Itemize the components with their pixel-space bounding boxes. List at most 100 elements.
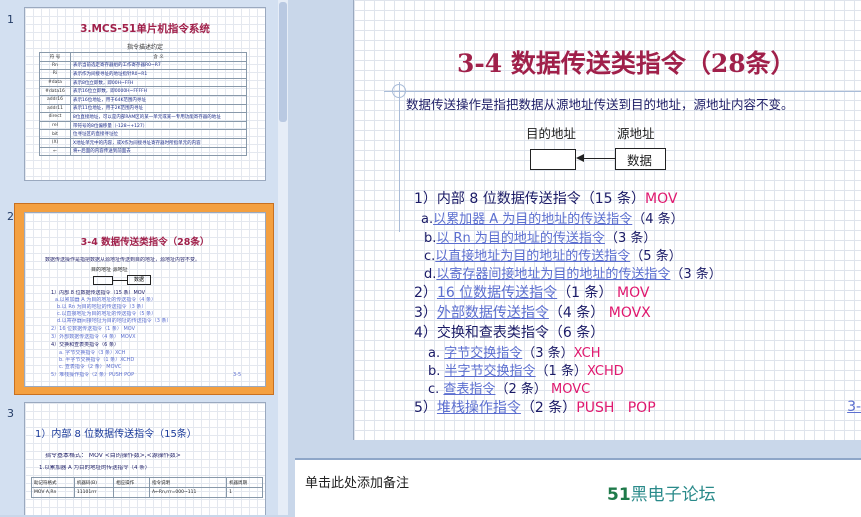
list-item[interactable]: 4）交换和查表类指令（6 条） [414,322,604,342]
slide-description[interactable]: 数据传送操作是指把数据从源地址传送到目的地址，源地址内容不变。 [406,94,794,113]
table-header-cell: 符 号 [39,52,71,62]
thumb-text: a.以累加器 A 为目的地址的传送指令（4 条） [55,297,157,303]
thumbnail-canvas: 3.MCS-51单片机指令系统 指令描述约定 符 号 含 义 Rn 表示当前选定寄… [24,7,266,181]
thumb-convention-table: 符 号 含 义 Rn 表示当前选定寄存器组的工作寄存器R0~R7 Ri 表示作为间接… [39,52,247,157]
table-cell: X地址单元中的内容，或X作为间接寻址寄存器时所指单元的内容 [70,137,247,148]
item-link[interactable]: 以寄存器间接地址为目的地址的传送指令 [436,267,670,282]
list-item[interactable]: b. 半字节交换指令（1 条）XCHD [428,360,624,379]
item-text: 交换和查表类指令（6 条） [436,325,605,341]
table-cell: 表示16位立即数，即0000H~FFFFH [70,86,247,96]
thumbnail-slide-1[interactable]: 3.MCS-51单片机指令系统 指令描述约定 符 号 含 义 Rn 表示当前选定寄… [15,0,273,184]
item-text: （1 条） [535,364,587,379]
item-text: （2 条） [495,382,547,397]
thumbnail-scrollbar[interactable] [278,0,288,515]
item-text: 内部 8 位数据传送指令（15 条） [436,191,645,207]
thumb-text: a. 字节交换指令（3 条）XCH [59,350,126,356]
list-item[interactable]: 1）内部 8 位数据传送指令（15 条）MOV [414,188,677,208]
slide-guide-circle [392,84,406,98]
table-header-cell: 机器码(B) [73,477,115,488]
item-text: （3 条） [670,267,722,282]
thumbnail-slide-2-selected[interactable]: 3-4 数据传送类指令（28条） 数据传送操作是指把数据从源地址传送到目的地址，… [14,203,274,395]
item-link[interactable]: 字节交换指令 [444,346,522,361]
table-cell: ← [39,146,71,157]
item-text: （4 条） [548,305,605,321]
thumbnail-number: 2 [7,210,14,223]
table-cell: addr11 [39,103,71,114]
table-cell: bit [39,129,71,139]
thumb-text: 目的地址 源地址 [91,267,128,273]
list-item[interactable]: c.以直接地址为目的地址的传送指令（5 条） [424,245,682,264]
item-keyword: MOVX [608,305,651,321]
thumb-text: 3-5 [233,372,242,378]
table-cell: Rn [39,60,71,71]
src-address-label: 源地址 [617,126,655,141]
list-item[interactable]: 2）16 位数据传送指令（1 条） MOV [414,282,649,302]
thumb-text: c. 查表指令（2 条） MOVC [59,364,122,370]
item-link[interactable]: 半字节交换指令 [445,364,536,379]
item-number: 3） [414,305,437,321]
thumb-text: 数据传送操作是指把数据从源地址传送到目的地址，源地址内容不变。 [45,257,201,263]
table-cell: 表示16位地址，用于64K范围内寻址 [70,94,247,105]
item-text: （3 条） [522,346,574,361]
item-number: 2） [414,285,437,301]
table-cell: A←Rn,rrr=000~111 [148,487,228,498]
list-item[interactable]: 5）堆栈操作指令（2 条）PUSH POP [414,397,656,417]
item-link[interactable]: 外部数据传送指令 [437,305,549,321]
table-cell: rel [39,120,71,131]
thumbnail-canvas: 1）内部 8 位数据传送指令（15条） 指令基本格式： MOV <目的操作数>,… [24,402,266,515]
thumb-instruction-table: 助记符格式 机器码(B) 相应操作 指令说明 机器周期 MOV A,Rn 111… [31,477,263,498]
list-item[interactable]: 3）外部数据传送指令（4 条） MOVX [414,302,651,322]
list-item[interactable]: a. 字节交换指令（3 条）XCH [428,342,600,361]
slide-title[interactable]: 3-4 数据传送类指令（28条） [457,44,796,80]
item-link[interactable]: 以直接地址为目的地址的传送指令 [435,249,630,264]
list-item[interactable]: a.以累加器 A 为目的地址的传送指令（4 条） [421,208,684,227]
notes-pane[interactable]: 单击此处添加备注 51黑电子论坛 [295,458,861,517]
item-number: a. [428,346,441,361]
table-cell: 1 [226,487,263,498]
thumb-text: 1）内部 8 位数据传送指令（15 条）MOV [51,290,146,296]
thumb-text: 3）外部数据传送指令（4 条） MOVX [51,334,136,340]
table-cell: 表示8位立即数，即00H~FFH [70,77,247,88]
slide-guide-line [399,82,400,232]
item-link[interactable]: 堆栈操作指令 [437,400,521,416]
thumbnail-slide-3[interactable]: 1）内部 8 位数据传送指令（15条） 指令基本格式： MOV <目的操作数>,… [15,395,273,515]
thumb-title: 1）内部 8 位数据传送指令（15条） [35,429,197,440]
table-cell: 将←后面的内容传送到前面去 [70,146,247,157]
table-cell: 表示作为间接寻址的地址指针R0~R1 [70,69,247,79]
next-slide-link[interactable]: 3-5 [847,399,861,415]
thumb-subtitle: 指令描述约定 [126,44,163,51]
thumbnail-canvas: 3-4 数据传送类指令（28条） 数据传送操作是指把数据从源地址传送到目的地址，… [24,212,266,387]
thumbnail-number: 3 [7,407,14,420]
item-link[interactable]: 16 位数据传送指令 [437,285,557,301]
table-cell: MOV A,Rn [31,487,75,498]
item-number: b. [424,231,437,246]
table-cell: 8位直接地址，可以是内部RAM区的某一单元或某一专用功能寄存器的地址 [70,112,247,122]
item-link[interactable]: 以 Rn 为目的地址的传送指令 [436,231,605,246]
notes-placeholder[interactable]: 单击此处添加备注 [305,472,409,491]
dest-box [530,149,576,170]
list-item[interactable]: c. 查表指令（2 条） MOVC [428,378,590,397]
item-text: （4 条） [632,212,684,227]
item-keyword: XCH [573,346,601,361]
item-number: 1） [414,191,437,207]
list-item[interactable]: b.以 Rn 为目的地址的传送指令（3 条） [424,227,656,246]
table-header-cell: 机器周期 [226,477,263,488]
item-link[interactable]: 查表指令 [443,382,495,397]
logo-number: 51 [607,485,631,505]
item-number: a. [421,212,434,227]
thumbnail-number: 1 [7,13,14,26]
thumb-text: 2）16 位数据传送指令（1 条） MOV [51,326,136,332]
item-keyword: MOVC [550,382,591,397]
slide-canvas[interactable]: 3-4 数据传送类指令（28条） 数据传送操作是指把数据从源地址传送到目的地址，… [353,0,861,440]
item-number: 4） [414,325,437,341]
table-header-cell: 助记符格式 [31,477,75,488]
table-cell [113,487,150,498]
logo-text: 黑电子论坛 [630,485,716,505]
table-cell: addr16 [39,94,71,105]
list-item[interactable]: d.以寄存器间接地址为目的地址的传送指令（3 条） [424,263,722,282]
table-cell: direct [39,112,71,122]
table-header-cell: 指令说明 [148,477,228,488]
item-link[interactable]: 以累加器 A 为目的地址的传送指令 [433,212,632,227]
thumb-text: 指令基本格式： MOV <目的操作数>,<源操作数> [45,453,181,459]
scrollbar-thumb[interactable] [279,2,287,122]
